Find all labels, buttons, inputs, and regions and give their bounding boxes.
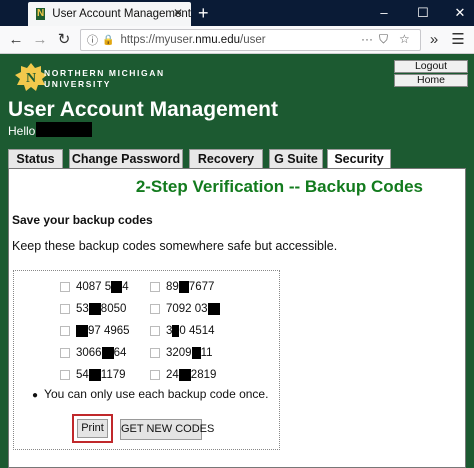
code-checkbox[interactable] xyxy=(150,304,160,314)
page-title: User Account Management xyxy=(8,98,278,121)
maximize-icon[interactable]: ☐ xyxy=(413,3,433,23)
redacted-digits xyxy=(178,369,191,381)
tab-title: User Account Management xyxy=(52,8,191,20)
code-checkbox[interactable] xyxy=(60,326,70,336)
reload-icon[interactable]: ↻ xyxy=(54,30,74,50)
page-actions-icon[interactable]: ··· xyxy=(361,32,373,46)
bookmark-star-icon[interactable]: ☆ xyxy=(399,32,410,46)
print-button[interactable]: Print xyxy=(77,419,108,438)
info-icon[interactable]: ⓘ xyxy=(87,32,98,48)
tab-security[interactable]: Security xyxy=(327,149,391,169)
backup-code: 30 4514 xyxy=(150,325,215,337)
tab-g-suite[interactable]: G Suite xyxy=(269,149,323,168)
code-checkbox[interactable] xyxy=(60,370,70,380)
redacted-username xyxy=(36,122,92,137)
backup-code: 89 7677 xyxy=(150,281,214,293)
backup-code: 7092 03 xyxy=(150,303,220,315)
tab-close-icon[interactable]: ✕ xyxy=(173,6,183,20)
forward-icon[interactable]: → xyxy=(30,30,50,50)
new-tab-button[interactable]: + xyxy=(198,2,209,24)
university-name: NORTHERN MICHIGAN UNIVERSITY xyxy=(44,68,165,89)
page-body: N NORTHERN MICHIGAN UNIVERSITY Logout Ho… xyxy=(0,54,474,468)
backup-code: 53 8050 xyxy=(60,303,126,315)
backup-code: 3209 11 xyxy=(150,347,213,359)
panel-title: 2-Step Verification -- Backup Codes xyxy=(135,177,423,196)
redacted-digits xyxy=(88,303,101,315)
redacted-digits xyxy=(178,281,189,293)
print-highlight: Print xyxy=(72,414,113,443)
url-bar[interactable]: ⓘ 🔒 https://myuser.nmu.edu/user ··· ⛉ ☆ xyxy=(80,29,421,51)
tab-change-password[interactable]: Change Password xyxy=(69,149,183,168)
backup-code: 3066 64 xyxy=(60,347,126,359)
svg-text:N: N xyxy=(26,71,36,86)
home-button[interactable]: Home xyxy=(394,74,468,87)
browser-titlebar: N User Account Management ✕ + – ☐ ✕ xyxy=(0,0,474,26)
section-heading: Save your backup codes xyxy=(12,213,153,227)
security-panel: 2-Step Verification -- Backup Codes Save… xyxy=(8,168,466,468)
backup-code: 97 4965 xyxy=(60,325,130,337)
redacted-digits xyxy=(101,347,114,359)
bullet-icon: ● xyxy=(32,390,39,401)
redacted-digits xyxy=(88,369,101,381)
minimize-icon[interactable]: – xyxy=(374,3,394,23)
code-checkbox[interactable] xyxy=(60,282,70,292)
section-description: Keep these backup codes somewhere safe b… xyxy=(12,239,338,253)
tab-status[interactable]: Status xyxy=(8,149,63,168)
code-checkbox[interactable] xyxy=(150,370,160,380)
code-checkbox[interactable] xyxy=(150,282,160,292)
redacted-digits xyxy=(207,303,220,315)
browser-navbar: ← → ↻ ⓘ 🔒 https://myuser.nmu.edu/user ··… xyxy=(0,26,474,54)
close-icon[interactable]: ✕ xyxy=(450,3,470,23)
backup-code: 4087 54 xyxy=(60,281,129,293)
get-new-codes-button[interactable]: GET NEW CODES xyxy=(120,419,214,440)
menu-icon[interactable]: ☰ xyxy=(448,30,468,50)
redacted-digits xyxy=(172,325,180,337)
nmu-favicon-icon: N xyxy=(36,8,46,20)
logout-button[interactable]: Logout xyxy=(394,60,468,73)
code-checkbox[interactable] xyxy=(150,348,160,358)
code-checkbox[interactable] xyxy=(60,348,70,358)
usage-note: ● You can only use each backup code once. xyxy=(32,387,269,401)
code-checkbox[interactable] xyxy=(150,326,160,336)
redacted-digits xyxy=(111,281,123,293)
nmu-logo-icon: N xyxy=(15,63,47,91)
browser-tab[interactable]: N User Account Management ✕ xyxy=(28,2,191,26)
redacted-digits xyxy=(191,347,201,359)
redacted-digits xyxy=(76,325,88,337)
backup-code: 24 2819 xyxy=(150,369,216,381)
url-text: https://myuser.nmu.edu/user xyxy=(120,34,266,46)
overflow-icon[interactable]: » xyxy=(424,30,444,50)
backup-code: 54 1179 xyxy=(60,369,126,381)
code-checkbox[interactable] xyxy=(60,304,70,314)
backup-codes-box: 4087 54 897677 53 8050 7092 03 97 4965 xyxy=(13,270,280,450)
tab-recovery[interactable]: Recovery xyxy=(189,149,263,168)
pocket-icon[interactable]: ⛉ xyxy=(379,32,388,47)
hello-label: Hello, xyxy=(8,124,39,138)
lock-icon[interactable]: 🔒 xyxy=(102,35,114,46)
back-icon[interactable]: ← xyxy=(6,30,26,50)
